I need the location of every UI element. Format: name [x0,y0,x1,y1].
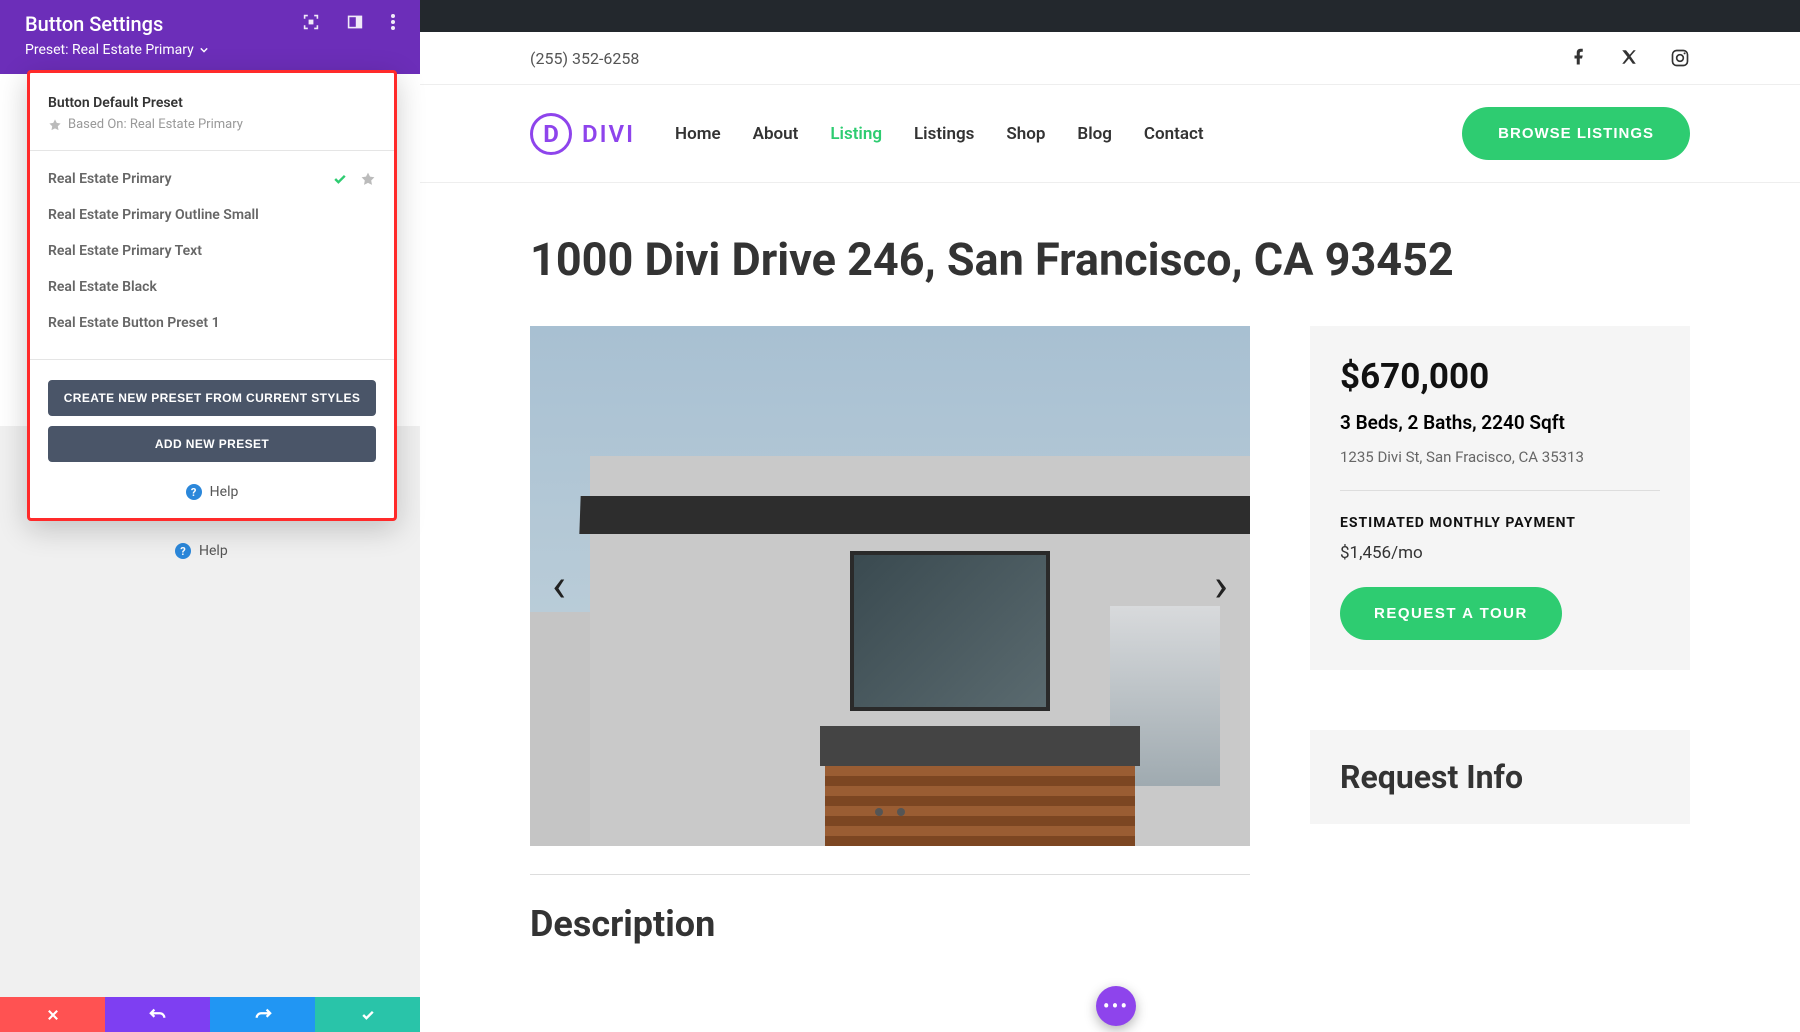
preset-item[interactable]: Real Estate Black [48,269,376,305]
default-preset-title[interactable]: Button Default Preset [48,95,376,111]
slider-prev-icon[interactable]: ‹ [552,559,566,613]
module-options-fab[interactable]: ••• [1096,986,1136,1026]
browse-listings-button[interactable]: BROWSE LISTINGS [1462,107,1690,160]
image-slider[interactable]: ‹ › [530,326,1250,846]
x-icon[interactable] [1620,48,1638,66]
phone-number: (255) 352-6258 [530,49,639,68]
preset-selector[interactable]: Preset: Real Estate Primary [25,42,395,58]
panel-bottom-bar [0,997,420,1032]
listing-beds: 3 Beds, 2 Baths, 2240 Sqft [1340,411,1660,434]
instagram-icon[interactable] [1670,48,1690,68]
preset-item[interactable]: Real Estate Primary Text [48,233,376,269]
add-preset-button[interactable]: ADD NEW PRESET [48,426,376,462]
slider-dot[interactable] [897,808,905,816]
request-info-heading: Request Info [1340,758,1660,796]
page-preview: (255) 352-6258 D DIVI Home About Listing… [420,0,1800,1032]
check-icon [332,171,348,187]
more-icon[interactable] [391,14,395,30]
nav-item[interactable]: Listing [830,124,882,144]
nav-row: D DIVI Home About Listing Listings Shop … [420,85,1800,183]
preset-item[interactable]: Real Estate Primary [48,161,376,197]
star-icon[interactable] [360,171,376,187]
request-info-card: Request Info [1310,730,1690,824]
logo[interactable]: D DIVI [530,113,635,155]
est-payment-value: $1,456/mo [1340,543,1660,563]
facebook-icon[interactable] [1570,48,1588,66]
undo-button[interactable] [105,997,210,1032]
create-preset-button[interactable]: CREATE NEW PRESET FROM CURRENT STYLES [48,380,376,416]
preset-dropdown: Button Default Preset Based On: Real Est… [27,70,397,521]
topbar: (255) 352-6258 [420,32,1800,85]
request-tour-button[interactable]: REQUEST A TOUR [1340,587,1562,640]
slider-dot[interactable] [875,808,883,816]
preset-item[interactable]: Real Estate Button Preset 1 [48,305,376,341]
nav-item[interactable]: About [753,124,799,144]
listing-address: 1235 Divi St, San Fracisco, CA 35313 [1340,448,1660,466]
save-button[interactable] [315,997,420,1032]
cancel-button[interactable] [0,997,105,1032]
listing-info-card: $670,000 3 Beds, 2 Baths, 2240 Sqft 1235… [1310,326,1690,670]
slider-dots [875,808,905,816]
preset-item[interactable]: Real Estate Primary Outline Small [48,197,376,233]
nav-item[interactable]: Home [675,124,721,144]
help-icon: ? [186,484,202,500]
dock-icon[interactable] [347,14,363,30]
page-title: 1000 Divi Drive 246, San Francisco, CA 9… [530,233,1690,286]
description-heading: Description [530,903,1250,945]
est-payment-label: ESTIMATED MONTHLY PAYMENT [1340,515,1660,531]
ellipsis-icon: ••• [1103,994,1129,1018]
listing-price: $670,000 [1340,356,1660,397]
based-on-label: Based On: Real Estate Primary [48,117,376,132]
star-icon [48,118,62,132]
chevron-down-icon [200,46,208,54]
slider-next-icon[interactable]: › [1214,559,1228,613]
focus-icon[interactable] [303,14,319,30]
nav-item[interactable]: Blog [1077,124,1112,144]
help-link-bg[interactable]: ?Help [175,543,228,559]
nav: Home About Listing Listings Shop Blog Co… [675,124,1204,144]
nav-item[interactable]: Contact [1144,124,1204,144]
nav-item[interactable]: Shop [1006,124,1045,144]
redo-button[interactable] [210,997,315,1032]
panel-header: Button Settings Preset: Real Estate Prim… [0,0,420,74]
help-link[interactable]: ?Help [48,484,376,500]
help-icon: ? [175,543,191,559]
nav-item[interactable]: Listings [914,124,974,144]
